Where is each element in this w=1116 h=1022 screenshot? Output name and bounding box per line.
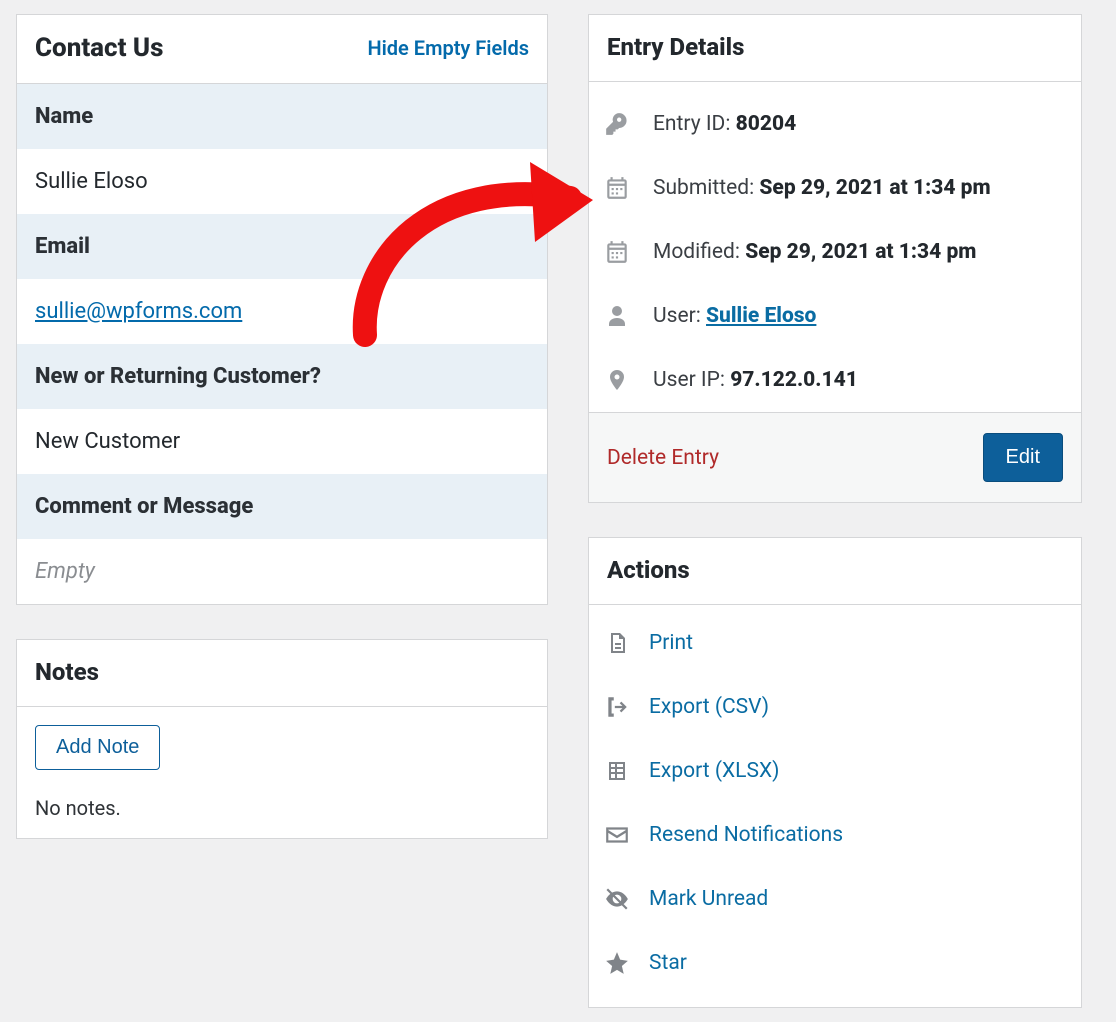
action-export-csv[interactable]: Export (CSV) <box>589 675 1081 739</box>
field-label: Name <box>17 84 547 149</box>
entry-submitted-value: Sep 29, 2021 at 1:34 pm <box>759 176 990 200</box>
actions-panel: Actions Print Export (CSV) <box>588 537 1082 1008</box>
action-export-xlsx[interactable]: Export (XLSX) <box>589 739 1081 803</box>
export-icon <box>603 693 631 721</box>
mail-icon <box>603 821 631 849</box>
action-mark-unread[interactable]: Mark Unread <box>589 867 1081 931</box>
file-icon <box>603 629 631 657</box>
contact-title: Contact Us <box>35 33 164 63</box>
delete-entry-link[interactable]: Delete Entry <box>607 446 719 470</box>
spreadsheet-icon <box>603 757 631 785</box>
action-label: Mark Unread <box>649 887 768 911</box>
entry-details-panel: Entry Details Entry ID: 80204 <box>588 14 1082 503</box>
entry-user-row: User: Sullie Eloso <box>589 284 1081 348</box>
entry-user-link[interactable]: Sullie Eloso <box>706 304 816 328</box>
field-value-empty: Empty <box>17 539 547 604</box>
action-print[interactable]: Print <box>589 611 1081 675</box>
actions-body: Print Export (CSV) Export (XLSX) <box>589 605 1081 1007</box>
action-label: Print <box>649 631 693 655</box>
entry-details-header: Entry Details <box>589 15 1081 82</box>
notes-panel: Notes Add Note No notes. <box>16 639 548 839</box>
email-link[interactable]: sullie@wpforms.com <box>35 299 242 324</box>
edit-entry-button[interactable]: Edit <box>983 433 1063 482</box>
entry-modified-row: Modified: Sep 29, 2021 at 1:34 pm <box>589 220 1081 284</box>
action-resend-notifications[interactable]: Resend Notifications <box>589 803 1081 867</box>
entry-id-value: 80204 <box>736 112 797 136</box>
notes-panel-header: Notes <box>17 640 547 707</box>
entry-ip-label: User IP: <box>653 368 725 392</box>
actions-title: Actions <box>607 556 690 584</box>
entry-submitted-label: Submitted: <box>653 176 754 200</box>
action-label: Export (XLSX) <box>649 759 779 783</box>
contact-panel-header: Contact Us Hide Empty Fields <box>17 15 547 84</box>
contact-panel: Contact Us Hide Empty Fields Name Sullie… <box>16 14 548 605</box>
field-label: Email <box>17 214 547 279</box>
hide-empty-fields-link[interactable]: Hide Empty Fields <box>367 36 529 60</box>
entry-details-body: Entry ID: 80204 Submitted: Sep 29, 2021 … <box>589 82 1081 412</box>
action-label: Export (CSV) <box>649 695 769 719</box>
notes-empty-text: No notes. <box>35 796 529 820</box>
notes-title: Notes <box>35 658 99 686</box>
calendar-icon <box>603 174 631 202</box>
location-icon <box>603 366 631 394</box>
entry-ip-value: 97.122.0.141 <box>730 368 858 392</box>
action-label: Star <box>649 951 687 975</box>
field-label: Comment or Message <box>17 474 547 539</box>
field-value: New Customer <box>17 409 547 474</box>
entry-modified-value: Sep 29, 2021 at 1:34 pm <box>745 240 976 264</box>
eye-slash-icon <box>603 885 631 913</box>
entry-modified-label: Modified: <box>653 240 740 264</box>
contact-fields: Name Sullie Eloso Email sullie@wpforms.c… <box>17 84 547 604</box>
field-label: New or Returning Customer? <box>17 344 547 409</box>
entry-user-label: User: <box>653 304 701 328</box>
key-icon <box>603 110 631 138</box>
field-value: Sullie Eloso <box>17 149 547 214</box>
entry-ip-row: User IP: 97.122.0.141 <box>589 348 1081 412</box>
field-value: sullie@wpforms.com <box>17 279 547 344</box>
entry-details-title: Entry Details <box>607 33 744 61</box>
actions-header: Actions <box>589 538 1081 605</box>
star-icon <box>603 949 631 977</box>
notes-body: Add Note No notes. <box>17 707 547 838</box>
calendar-icon <box>603 238 631 266</box>
add-note-button[interactable]: Add Note <box>35 725 160 770</box>
action-star[interactable]: Star <box>589 931 1081 995</box>
entry-submitted-row: Submitted: Sep 29, 2021 at 1:34 pm <box>589 156 1081 220</box>
entry-details-footer: Delete Entry Edit <box>589 412 1081 502</box>
entry-id-label: Entry ID: <box>653 112 730 136</box>
action-label: Resend Notifications <box>649 823 843 847</box>
user-icon <box>603 302 631 330</box>
entry-id-row: Entry ID: 80204 <box>589 92 1081 156</box>
